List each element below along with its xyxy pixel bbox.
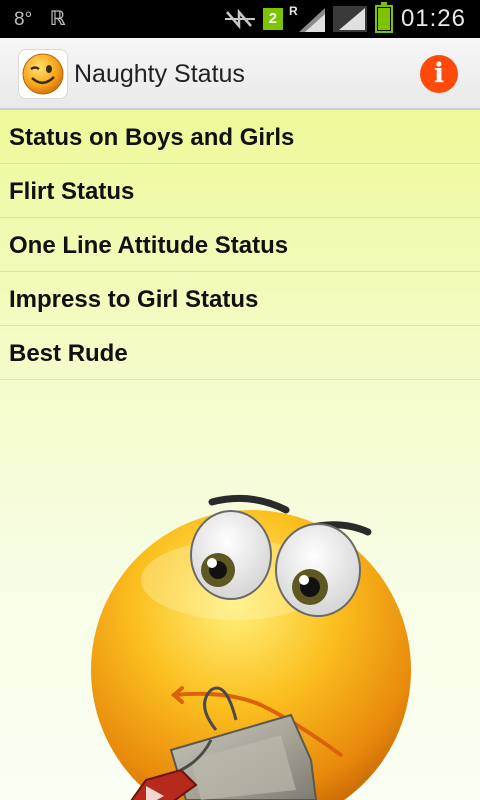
- list-item-label: Impress to Girl Status: [9, 286, 259, 313]
- roaming-label: R: [288, 4, 298, 18]
- status-right: 2 R 01:26: [224, 2, 466, 36]
- notification-icon: ℝ: [49, 8, 66, 30]
- battery-icon: [374, 2, 393, 33]
- battery-fill: [377, 8, 390, 30]
- list-item[interactable]: Status on Boys and Girls: [0, 110, 480, 164]
- list-item-label: Status on Boys and Girls: [9, 124, 295, 151]
- info-icon[interactable]: i: [420, 55, 458, 93]
- wifi-signal-icon: [332, 6, 367, 32]
- list-item[interactable]: Flirt Status: [0, 164, 480, 218]
- list-item[interactable]: Impress to Girl Status: [0, 272, 480, 326]
- app-title: Naughty Status: [74, 60, 245, 88]
- status-left: 8° ℝ: [14, 6, 65, 31]
- signal-icon: R: [288, 4, 325, 32]
- clock: 01:26: [400, 5, 466, 32]
- main-content: Status on Boys and Girls Flirt Status On…: [0, 110, 480, 800]
- action-bar: Naughty Status i: [0, 38, 480, 110]
- list-item-label: Flirt Status: [9, 178, 135, 205]
- list-item-label: Best Rude: [9, 340, 128, 367]
- status-bar: 8° ℝ 2 R 01:26: [0, 0, 480, 38]
- notification-number: 8°: [14, 9, 33, 30]
- sim-indicator: 2: [262, 8, 283, 30]
- list-item[interactable]: Best Rude: [0, 326, 480, 380]
- winking-smiley-app-icon[interactable]: [18, 49, 68, 99]
- mute-icon: [224, 8, 255, 30]
- angry-smiley-with-teabag-icon: [86, 490, 416, 800]
- list-item[interactable]: One Line Attitude Status: [0, 218, 480, 272]
- list-item-label: One Line Attitude Status: [9, 232, 289, 259]
